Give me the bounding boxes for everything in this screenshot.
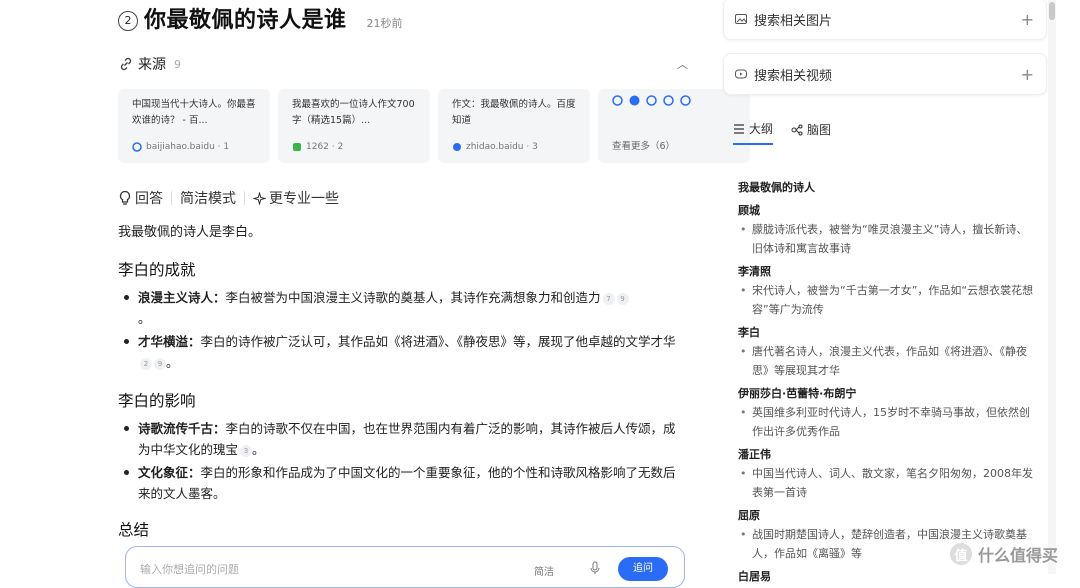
baidu-zhidao-icon [453,143,461,151]
followup-send-button[interactable]: 追问 [618,557,668,581]
sparkle-icon [253,191,266,205]
citation-badge[interactable]: 7 [602,292,615,305]
tab-mindmap[interactable]: 脑图 [791,120,831,145]
source-card-site: zhidao.baidu · 3 [466,142,538,152]
watermark-badge: 值 [950,543,972,565]
baidu-icon [663,95,674,106]
list-item: 才华横溢：李白的诗作被广泛认可，其作品如《将进酒》、《静夜思》等，展现了他卓越的… [118,331,688,373]
outline-node[interactable]: 李清照 [738,262,1038,281]
sources-header[interactable]: 来源 9 ︿ [118,54,688,74]
search-images-card[interactable]: 搜索相关图片 + [723,0,1047,40]
list-item: 浪漫主义诗人：李白被誉为中国浪漫主义诗歌的奠基人，其诗作充满想象力和创造力 7 9。 [118,287,688,329]
baidu-icon [680,95,691,106]
image-icon [735,14,747,24]
right-panel: 搜索相关图片 + 搜索相关视频 + 大纲 脑图 我最敬佩的诗人 顾城 朦胧诗派代… [705,0,1080,583]
citation-badge[interactable]: 2 [140,357,152,370]
baidu-icon [612,95,623,106]
followup-placeholder: 输入你想追问的问题 [140,563,239,576]
scrollbar-thumb[interactable] [1049,2,1055,20]
search-videos-label: 搜索相关视频 [754,68,833,84]
mindmap-icon [791,124,803,135]
main-content: 2 你最敬佩的诗人是谁 21秒前 来源 9 ︿ 中国现当代十大诗人。你最喜欢谁的… [0,0,750,588]
sources-label: 来源 [138,57,166,73]
question-time: 21秒前 [366,17,403,30]
mode-select[interactable]: 简洁 [534,563,554,578]
watermark: 值 什么值得买 [950,542,1058,566]
outline-tree: 我最敬佩的诗人 顾城 朦胧诗派代表，被誉为“唯灵浪漫主义”诗人，擅长新诗、旧体诗… [738,178,1038,586]
scrollbar[interactable] [1048,0,1056,574]
followup-input[interactable]: 输入你想追问的问题 简洁 追问 [125,546,685,588]
outline-node[interactable]: 潘正伟 [738,445,1038,464]
tab-concise[interactable]: 简洁模式 [180,188,236,208]
section-heading: 李白的成就 [118,261,196,279]
search-images-label: 搜索相关图片 [754,13,833,29]
section-list: 浪漫主义诗人：李白被誉为中国浪漫主义诗歌的奠基人，其诗作充满想象力和创造力 7 9。… [118,287,688,375]
source-card[interactable]: 作文：我最敬佩的诗人。百度知道 zhidao.baidu · 3 [438,89,590,163]
sources-count: 9 [174,57,181,71]
source-card-site: 1262 · 2 [306,142,344,152]
source-card[interactable]: 中国现当代十大诗人。你最喜欢谁的诗？ - 百... baijiahao.baid… [118,89,270,163]
answer-mode-tabs: 回答 简洁模式 更专业一些 [118,188,339,208]
chevron-up-icon[interactable]: ︿ [677,56,688,72]
plus-icon[interactable]: + [1021,10,1034,29]
view-more-sources[interactable]: 查看更多（6） [612,139,675,155]
outline-node[interactable]: 屈原 [738,506,1038,525]
list-icon [734,123,744,134]
tab-outline[interactable]: 大纲 [733,120,774,145]
section-list: 诗歌流传千古：李白的诗歌不仅在中国，也在世界范围内有着广泛的影响，其诗作被后人传… [118,418,688,506]
question-header: 2 你最敬佩的诗人是谁 21秒前 [118,2,403,34]
search-videos-card[interactable]: 搜索相关视频 + [723,53,1047,95]
tab-answer[interactable]: 回答 [118,188,163,208]
baidu-icon [132,142,142,152]
outline-desc: 朦胧诗派代表，被誉为“唯灵浪漫主义”诗人，擅长新诗、旧体诗和寓言故事诗 [738,220,1038,258]
site-logo-icon [293,143,301,151]
source-card-text: 作文：我最敬佩的诗人。百度知道 [452,99,576,126]
list-item: 诗歌流传千古：李白的诗歌不仅在中国，也在世界范围内有着广泛的影响，其诗作被后人传… [118,418,688,460]
list-item: 文化象征：李白的形象和作品成为了中国文化的一个重要象征，他的个性和诗歌风格影响了… [118,462,688,504]
outline-node[interactable]: 白居易 [738,567,1038,586]
outline-desc: 英国维多利亚时代诗人，15岁时不幸骑马事故，但依然创作出许多优秀作品 [738,403,1038,441]
tab-professional[interactable]: 更专业一些 [253,188,339,208]
outline-tabs: 大纲 脑图 [733,120,831,145]
outline-node[interactable]: 伊丽莎白·芭蕾特·布朗宁 [738,384,1038,403]
question-title: 你最敬佩的诗人是谁 [144,8,347,33]
link-icon [120,57,132,71]
answer-intro: 我最敬佩的诗人是李白。 [118,225,262,240]
citation-badge[interactable]: 3 [240,444,253,457]
source-card[interactable]: 我最喜欢的一位诗人作文700字（精选15篇）... 1262 · 2 [278,89,430,163]
outline-desc: 中国当代诗人、词人、散文家，笔名夕阳匆匆，2008年发表第一首诗 [738,464,1038,502]
baidu-icon [646,95,657,106]
plus-icon[interactable]: + [1021,65,1034,84]
outline-node[interactable]: 顾城 [738,201,1038,220]
outline-desc: 宋代诗人，被誉为“千古第一才女”，作品如“云想衣裳花想容”等广为流传 [738,281,1038,319]
outline-node[interactable]: 李白 [738,323,1038,342]
citation-badge[interactable]: 9 [616,292,629,305]
microphone-icon[interactable] [590,561,600,575]
source-cards: 中国现当代十大诗人。你最喜欢谁的诗？ - 百... baijiahao.baid… [118,89,750,163]
source-card-text: 我最喜欢的一位诗人作文700字（精选15篇）... [292,99,415,126]
video-icon [735,69,747,79]
source-card-site: baijiahao.baidu · 1 [146,142,230,152]
outline-desc: 唐代著名诗人，浪漫主义代表，作品如《将进酒》、《静夜思》等展现其才华 [738,342,1038,380]
baidu-icon [629,95,640,106]
watermark-text: 什么值得买 [978,546,1059,565]
section-heading: 李白的影响 [118,392,196,410]
summary-heading: 总结 [118,521,150,539]
question-number: 2 [118,10,138,31]
outline-root: 我最敬佩的诗人 [738,181,815,194]
citation-badge[interactable]: 9 [154,357,166,370]
lightbulb-icon [119,190,131,205]
source-card-text: 中国现当代十大诗人。你最喜欢谁的诗？ - 百... [132,99,256,126]
